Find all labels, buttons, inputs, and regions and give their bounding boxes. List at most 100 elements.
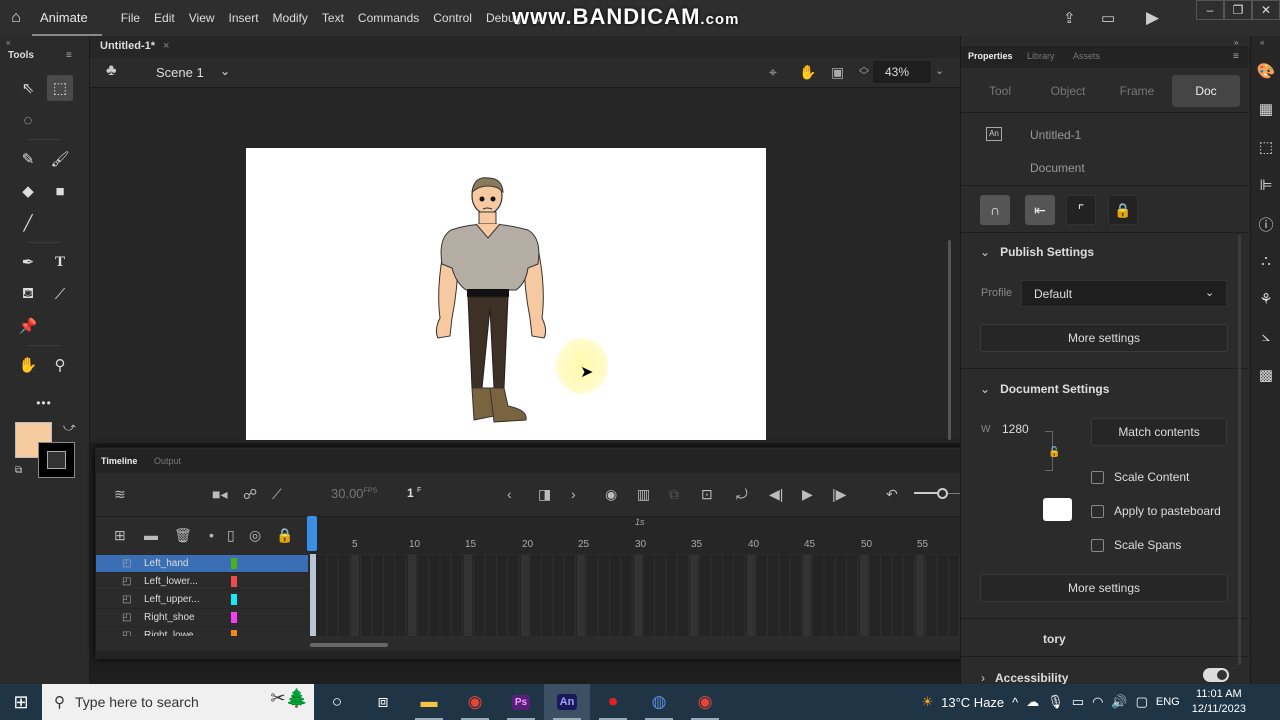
next-keyframe-icon[interactable]: › bbox=[571, 486, 576, 502]
step-forward-icon[interactable]: |▶ bbox=[832, 486, 846, 503]
collapse-icon[interactable]: « bbox=[1260, 38, 1264, 47]
step-back-icon[interactable]: ◀| bbox=[769, 486, 783, 503]
layer-row[interactable]: ◰ Left_lower... bbox=[96, 573, 308, 591]
tab-output[interactable]: Output bbox=[154, 456, 181, 466]
default-colors-icon[interactable]: ⧉ bbox=[15, 465, 22, 476]
insert-keyframe-icon[interactable]: ◨ bbox=[538, 486, 551, 503]
align-icon[interactable]: ⊫ bbox=[1256, 176, 1276, 194]
menu-view[interactable]: View bbox=[182, 11, 222, 25]
previous-keyframe-icon[interactable]: ‹ bbox=[507, 486, 512, 502]
panel-menu-icon[interactable]: ≡ bbox=[1233, 51, 1239, 62]
link-dimensions-icon[interactable]: 🔓 bbox=[1048, 447, 1060, 458]
clip-content-icon[interactable]: ▣ bbox=[831, 64, 844, 81]
profile-select[interactable]: Default bbox=[1021, 280, 1227, 307]
chrome-icon[interactable]: ◉ bbox=[452, 684, 498, 720]
publish-more-settings-button[interactable]: More settings bbox=[980, 324, 1228, 352]
current-frame[interactable]: 1 F bbox=[407, 486, 421, 500]
menu-commands[interactable]: Commands bbox=[351, 11, 426, 25]
lock-all-icon[interactable]: 🔒 bbox=[276, 527, 293, 544]
line-tool-icon[interactable]: ╱ bbox=[15, 210, 41, 236]
snap-to-objects-icon[interactable]: ∩ bbox=[980, 195, 1010, 225]
fluid-brush-icon[interactable]: ✎ bbox=[15, 146, 41, 172]
hide-all-icon[interactable]: ◎ bbox=[249, 527, 261, 544]
bandicam-icon[interactable]: ⏺ bbox=[590, 684, 636, 720]
camera-icon[interactable]: ■◂ bbox=[212, 486, 227, 503]
layers-icon[interactable]: ≋ bbox=[114, 486, 126, 503]
menu-text[interactable]: Text bbox=[315, 11, 351, 25]
workspace-icon[interactable]: ▭ bbox=[1101, 9, 1115, 27]
eyedropper-icon[interactable]: ⟋ bbox=[47, 281, 73, 307]
motion-presets-icon[interactable]: ∴ bbox=[1256, 252, 1276, 270]
pin-tool-icon[interactable]: 📌 bbox=[15, 313, 41, 339]
subtab-tool[interactable]: Tool bbox=[966, 75, 1034, 107]
collapse-icon[interactable]: « bbox=[6, 38, 10, 47]
width-field[interactable]: 1280 bbox=[1002, 422, 1029, 436]
onion-skin-icon[interactable]: ◉ bbox=[605, 486, 617, 503]
playhead[interactable] bbox=[307, 516, 317, 551]
tab-library[interactable]: Library bbox=[1027, 51, 1055, 61]
lock-guides-icon[interactable]: 🔒 bbox=[1108, 195, 1138, 225]
components-icon[interactable]: ▩ bbox=[1256, 366, 1276, 384]
subtab-frame[interactable]: Frame bbox=[1103, 75, 1171, 107]
eraser-tool-icon[interactable]: ◆ bbox=[15, 178, 41, 204]
layer-row[interactable]: ◰ Right_lowe... bbox=[96, 627, 308, 636]
edit-symbols-icon[interactable]: ♣ bbox=[106, 62, 117, 80]
close-button[interactable]: ✕ bbox=[1252, 0, 1280, 20]
center-stage-icon[interactable]: ⌖ bbox=[769, 64, 777, 81]
undo-zoom-icon[interactable]: ↶ bbox=[886, 486, 898, 503]
match-contents-button[interactable]: Match contents bbox=[1091, 418, 1227, 446]
camera-icon[interactable]: ▢ bbox=[1136, 694, 1148, 710]
outline-icon[interactable]: ▯ bbox=[227, 527, 235, 544]
subtab-doc[interactable]: Doc bbox=[1172, 75, 1240, 107]
document-settings-header[interactable]: ⌄ Document Settings bbox=[980, 382, 1109, 396]
weather-text[interactable]: 13°C Haze bbox=[941, 695, 1004, 710]
accessibility-header[interactable]: › Accessibility bbox=[981, 671, 1068, 685]
properties-scrollbar[interactable] bbox=[1238, 235, 1241, 665]
scale-content-checkbox[interactable] bbox=[1091, 471, 1104, 484]
weather-icon[interactable]: ☀ bbox=[921, 694, 933, 710]
close-tab-icon[interactable]: × bbox=[163, 40, 169, 52]
stroke-color-swatch[interactable] bbox=[38, 442, 75, 478]
edit-multiple-frames-icon[interactable]: ▥ bbox=[637, 486, 650, 503]
delete-layer-icon[interactable]: 🗑 bbox=[174, 527, 192, 544]
tab-assets[interactable]: Assets bbox=[1073, 51, 1100, 61]
chevron-up-icon[interactable]: ^ bbox=[1012, 695, 1018, 710]
document-tab[interactable]: Untitled-1* × bbox=[100, 40, 169, 52]
stage-color-swatch[interactable] bbox=[1043, 498, 1072, 521]
chevron-down-icon[interactable]: ⌄ bbox=[220, 64, 230, 78]
zoom-tool-icon[interactable]: ⚲ bbox=[47, 352, 73, 378]
zoom-stepper-icon[interactable]: ︿ ﹀ bbox=[859, 63, 869, 82]
test-movie-icon[interactable]: ▶ bbox=[1146, 8, 1159, 28]
clock[interactable]: 11:01 AM 12/11/2023 bbox=[1192, 687, 1246, 717]
microphone-icon[interactable]: 🎙 bbox=[1047, 694, 1064, 710]
menu-file[interactable]: File bbox=[114, 11, 147, 25]
color-palette-icon[interactable]: 🎨 bbox=[1256, 62, 1276, 80]
brush-tool-icon[interactable]: 🖌 bbox=[47, 146, 73, 172]
photoshop-icon[interactable]: Ps bbox=[498, 684, 544, 720]
menu-insert[interactable]: Insert bbox=[222, 11, 266, 25]
document-more-settings-button[interactable]: More settings bbox=[980, 574, 1228, 602]
graph-icon[interactable]: ⟋ bbox=[272, 486, 282, 503]
panel-menu-icon[interactable]: ≡ bbox=[66, 50, 72, 61]
publish-settings-header[interactable]: ⌄ Publish Settings bbox=[980, 245, 1094, 259]
info-icon[interactable]: ⓘ bbox=[1256, 214, 1276, 235]
lasso-tool-icon[interactable]: ◌ bbox=[15, 107, 41, 133]
snap-to-pixels-icon[interactable]: ⇤ bbox=[1025, 195, 1055, 225]
zoom-dropdown-icon[interactable]: ⌄ bbox=[935, 64, 944, 77]
share-icon[interactable]: ⇪ bbox=[1063, 9, 1076, 27]
new-layer-icon[interactable]: ⊞ bbox=[114, 527, 126, 544]
scale-spans-checkbox[interactable] bbox=[1091, 539, 1104, 552]
frame-grid[interactable] bbox=[316, 555, 1032, 636]
stage[interactable] bbox=[246, 148, 766, 440]
play-icon[interactable]: ▶ bbox=[802, 486, 813, 503]
timeline-horizontal-scrollbar[interactable] bbox=[310, 643, 388, 647]
swf-history-header[interactable]: tory bbox=[1043, 632, 1066, 646]
tab-properties[interactable]: Properties bbox=[968, 51, 1013, 61]
transform-icon[interactable]: ⬚ bbox=[1256, 138, 1276, 156]
more-tools-icon[interactable]: ••• bbox=[31, 390, 57, 416]
subselection-tool-icon[interactable]: ⬚ bbox=[47, 75, 73, 101]
menu-control[interactable]: Control bbox=[426, 11, 479, 25]
layer-row[interactable]: ◰ Left_upper... bbox=[96, 591, 308, 609]
swap-colors-icon[interactable]: ⤻ bbox=[63, 420, 76, 435]
onedrive-icon[interactable]: ☁ bbox=[1026, 694, 1039, 710]
